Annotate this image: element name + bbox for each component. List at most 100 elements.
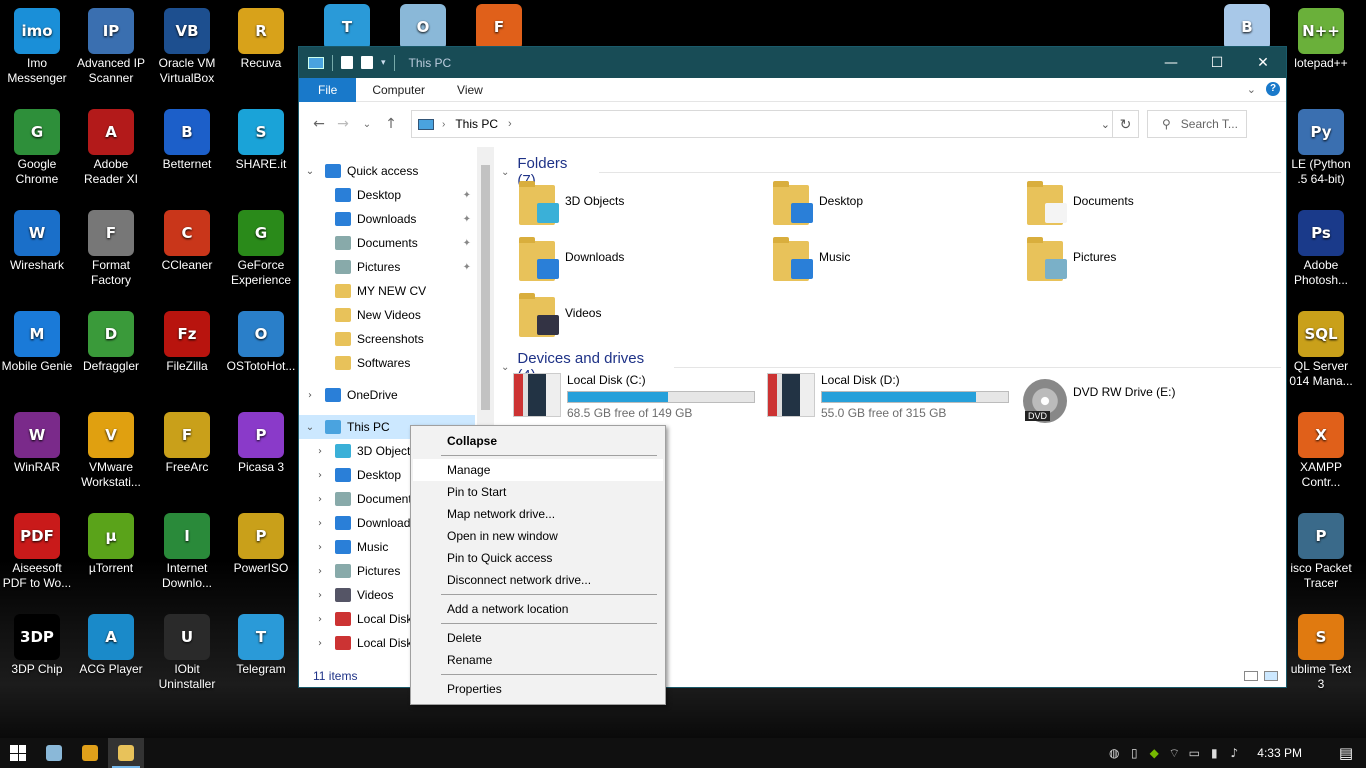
forward-button[interactable]: →	[331, 116, 355, 132]
desktop-icon-3dp-chip[interactable]: 3DP 3DP Chip	[0, 610, 74, 677]
desktop-icon-mobile-genie[interactable]: M Mobile Genie	[0, 307, 74, 374]
drive-local-disk-c[interactable]: Local Disk (C:) 68.5 GB free of 149 GB	[513, 373, 755, 420]
desktop-icon-format-factory[interactable]: F Format Factory	[74, 206, 148, 288]
breadcrumb-chevron-icon[interactable]: ›	[508, 118, 512, 130]
expand-chevron-icon[interactable]: ›	[313, 470, 327, 481]
tab-view[interactable]: View	[441, 78, 499, 102]
action-center-icon[interactable]: ▤	[1326, 744, 1366, 762]
desktop-icon-poweriso[interactable]: P PowerISO	[224, 509, 298, 576]
nav-item-my-new-cv[interactable]: MY NEW CV	[299, 279, 475, 303]
desktop-icon-ostotohot[interactable]: O OSTotoHot...	[224, 307, 298, 374]
tab-computer[interactable]: Computer	[356, 78, 441, 102]
battery-icon[interactable]: ▮	[1207, 746, 1221, 760]
folder-3d-objects[interactable]: 3D Objects	[519, 181, 624, 235]
menu-item-open-in-new-window[interactable]: Open in new window	[413, 525, 663, 547]
nvidia-icon[interactable]: ◆	[1147, 746, 1161, 760]
close-button[interactable]: ✕	[1240, 47, 1286, 78]
desktop-icon-winrar[interactable]: W WinRAR	[0, 408, 74, 475]
desktop-icon-advanced-ip-scanner[interactable]: IP Advanced IP Scanner	[74, 4, 148, 86]
large-icons-view-icon[interactable]	[1264, 671, 1278, 681]
desktop-icon-vmware-workstati[interactable]: V VMware Workstati...	[74, 408, 148, 490]
globe-icon[interactable]: ◍	[1107, 746, 1121, 760]
expand-chevron-icon[interactable]: ⌄	[303, 166, 317, 177]
collapse-chevron-icon[interactable]: ⌄	[501, 167, 509, 178]
desktop-icon-freearc[interactable]: F FreeArc	[150, 408, 224, 475]
menu-item-pin-to-start[interactable]: Pin to Start	[413, 481, 663, 503]
title-bar[interactable]: ▾ This PC — ☐ ✕	[299, 47, 1286, 78]
menu-item-pin-to-quick-access[interactable]: Pin to Quick access	[413, 547, 663, 569]
folder-pictures[interactable]: Pictures	[1027, 237, 1116, 291]
taskbar-chrome-app[interactable]	[72, 738, 108, 768]
pin-icon[interactable]: ✦	[463, 238, 471, 249]
desktop-icon-iobit-uninstaller[interactable]: U IObit Uninstaller	[150, 610, 224, 692]
taskbar-file-explorer-app[interactable]	[108, 738, 144, 768]
desktop-icon-top[interactable]: F	[462, 0, 536, 52]
desktop-icon-ublime-text-3[interactable]: Sublime Text 3	[1276, 610, 1366, 692]
nav-item-softwares[interactable]: Softwares	[299, 351, 475, 375]
folder-desktop[interactable]: Desktop	[773, 181, 863, 235]
pin-icon[interactable]: ✦	[463, 190, 471, 201]
nav-item-downloads[interactable]: Downloads ✦	[299, 207, 475, 231]
volume-icon[interactable]: ♪	[1227, 746, 1241, 760]
desktop-icon-ccleaner[interactable]: C CCleaner	[150, 206, 224, 273]
expand-chevron-icon[interactable]: ›	[313, 494, 327, 505]
desktop-icon-imo-messenger[interactable]: imo Imo Messenger	[0, 4, 74, 86]
menu-item-map-network-drive[interactable]: Map network drive...	[413, 503, 663, 525]
desktop-icon-oracle-vm-virtualbox[interactable]: VB Oracle VM VirtualBox	[150, 4, 224, 86]
folder-videos[interactable]: Videos	[519, 293, 601, 347]
menu-item-manage[interactable]: Manage	[413, 459, 663, 481]
desktop-icon-internet-downlo[interactable]: I Internet Downlo...	[150, 509, 224, 591]
menu-item-disconnect-network-drive[interactable]: Disconnect network drive...	[413, 569, 663, 591]
tab-file[interactable]: File	[299, 77, 357, 102]
desktop-icon-share-it[interactable]: S SHARE.it	[224, 105, 298, 172]
collapse-chevron-icon[interactable]: ⌄	[501, 362, 509, 373]
desktop-icon-lotepad[interactable]: N++ lotepad++	[1276, 4, 1366, 71]
new-folder-quick-icon[interactable]	[361, 56, 373, 69]
pin-icon[interactable]: ✦	[463, 262, 471, 273]
desktop-icon-torrent[interactable]: µ µTorrent	[74, 509, 148, 576]
desktop-icon-defraggler[interactable]: D Defraggler	[74, 307, 148, 374]
desktop-icon-le-python-5-64-bit[interactable]: Py LE (Python .5 64-bit)	[1276, 105, 1366, 187]
menu-item-rename[interactable]: Rename	[413, 649, 663, 671]
desktop-icon-filezilla[interactable]: Fz FileZilla	[150, 307, 224, 374]
desktop-icon-aiseesoft-pdf-to-wo[interactable]: PDF Aiseesoft PDF to Wo...	[0, 509, 74, 591]
expand-chevron-icon[interactable]: ⌄	[303, 422, 317, 433]
menu-item-add-a-network-location[interactable]: Add a network location	[413, 598, 663, 620]
recent-locations-button[interactable]: ⌄	[355, 119, 379, 130]
nav-item-quick-access[interactable]: ⌄ Quick access	[299, 159, 475, 183]
expand-chevron-icon[interactable]: ›	[313, 590, 327, 601]
desktop-icon-xampp-contr[interactable]: X XAMPP Contr...	[1276, 408, 1366, 490]
nav-item-documents[interactable]: Documents ✦	[299, 231, 475, 255]
desktop-icon-wireshark[interactable]: W Wireshark	[0, 206, 74, 273]
desktop-icon-top[interactable]: B	[1210, 0, 1284, 52]
desktop-icon-recuva[interactable]: R Recuva	[224, 4, 298, 71]
folders-group-header[interactable]: ⌄ Folders (7)	[501, 155, 1281, 189]
menu-item-delete[interactable]: Delete	[413, 627, 663, 649]
desktop-icon-ql-server-014-mana[interactable]: SQL QL Server 014 Mana...	[1276, 307, 1366, 389]
desktop-icon-adobe-reader-xi[interactable]: A Adobe Reader XI	[74, 105, 148, 187]
search-box[interactable]: ⚲ Search T...	[1147, 110, 1247, 138]
nav-item-new-videos[interactable]: New Videos	[299, 303, 475, 327]
folder-downloads[interactable]: Downloads	[519, 237, 624, 291]
usb-icon[interactable]: ▯	[1127, 746, 1141, 760]
properties-quick-icon[interactable]	[341, 56, 353, 69]
back-button[interactable]: ←	[307, 116, 331, 132]
start-button[interactable]	[0, 738, 36, 768]
scrollbar-thumb[interactable]	[481, 165, 490, 410]
help-icon[interactable]: ?	[1266, 82, 1280, 96]
expand-chevron-icon[interactable]: ›	[313, 638, 327, 649]
expand-chevron-icon[interactable]: ›	[313, 566, 327, 577]
desktop-icon-geforce-experience[interactable]: G GeForce Experience	[224, 206, 298, 288]
breadcrumb-this-pc[interactable]: This PC	[455, 117, 498, 131]
expand-chevron-icon[interactable]: ›	[313, 446, 327, 457]
expand-chevron-icon[interactable]: ›	[303, 390, 317, 401]
desktop-icon-adobe-photosh[interactable]: Ps Adobe Photosh...	[1276, 206, 1366, 288]
network-icon[interactable]: ▭	[1187, 746, 1201, 760]
nav-item-onedrive[interactable]: › OneDrive	[299, 383, 475, 407]
refresh-button[interactable]: ↻	[1112, 111, 1138, 137]
clock[interactable]: 4:33 PM	[1257, 746, 1302, 760]
wifi-icon[interactable]: ⌔	[1167, 746, 1181, 760]
customize-qat-icon[interactable]: ▾	[381, 57, 386, 68]
desktop-icon-betternet[interactable]: B Betternet	[150, 105, 224, 172]
drive-local-disk-d[interactable]: Local Disk (D:) 55.0 GB free of 315 GB	[767, 373, 1009, 420]
